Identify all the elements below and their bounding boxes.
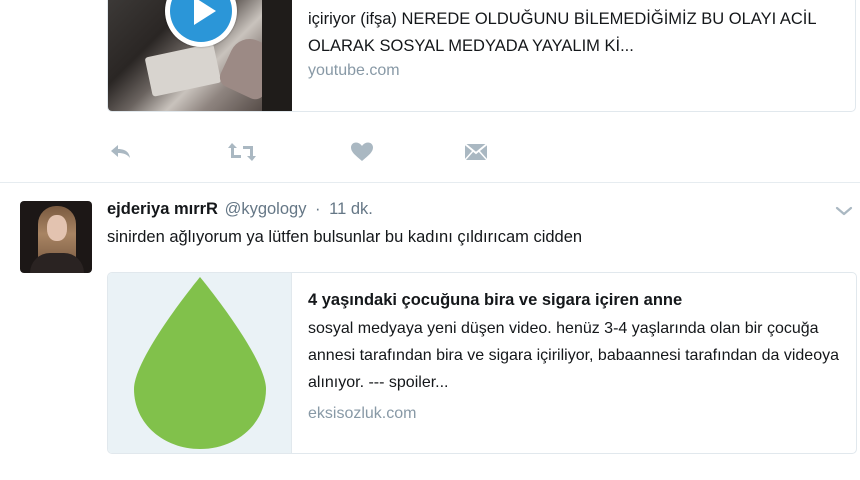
author-handle[interactable]: @kygology xyxy=(225,200,307,218)
tweet-timestamp[interactable]: 11 dk. xyxy=(329,200,373,218)
card-description: sosyal medyaya yeni düşen video. henüz 3… xyxy=(308,320,839,391)
separator-dot: · xyxy=(315,200,321,218)
card-domain: youtube.com xyxy=(308,62,400,79)
card-domain: eksisozluk.com xyxy=(308,405,417,422)
envelope-icon[interactable] xyxy=(461,137,491,167)
thumbnail-shadow xyxy=(262,0,292,111)
author-name[interactable]: ejderiya mırrR xyxy=(107,200,218,218)
reply-icon[interactable] xyxy=(107,137,137,167)
tweet-header: ejderiya mırrR @kygology · 11 dk. xyxy=(107,200,373,219)
card-body: 4 yaşındaki çocuğuna bira ve sigara içir… xyxy=(308,291,844,423)
card-thumbnail[interactable] xyxy=(108,273,292,453)
chevron-down-icon[interactable] xyxy=(832,199,856,223)
video-thumbnail[interactable] xyxy=(108,0,292,111)
play-icon[interactable] xyxy=(165,0,237,47)
tweet-text: sinirden ağlıyorum ya lütfen bulsunlar b… xyxy=(107,228,583,246)
avatar[interactable] xyxy=(20,201,92,273)
thumbnail-paper xyxy=(144,43,222,97)
tweet-item[interactable]: ejderiya mırrR @kygology · 11 dk. sinird… xyxy=(0,183,860,480)
card-description: içiriyor (ifşa) NEREDE OLDUĞUNU BİLEMEDİ… xyxy=(308,10,816,55)
tweet-item[interactable]: içiriyor (ifşa) NEREDE OLDUĞUNU BİLEMEDİ… xyxy=(0,0,860,183)
link-card[interactable]: içiriyor (ifşa) NEREDE OLDUĞUNU BİLEMEDİ… xyxy=(107,0,856,112)
retweet-icon[interactable] xyxy=(225,137,256,167)
card-title: 4 yaşındaki çocuğuna bira ve sigara içir… xyxy=(308,291,683,309)
heart-icon[interactable] xyxy=(347,137,377,167)
drop-icon xyxy=(134,277,266,449)
link-card[interactable]: 4 yaşındaki çocuğuna bira ve sigara içir… xyxy=(107,272,857,454)
card-body: içiriyor (ifşa) NEREDE OLDUĞUNU BİLEMEDİ… xyxy=(308,0,843,80)
